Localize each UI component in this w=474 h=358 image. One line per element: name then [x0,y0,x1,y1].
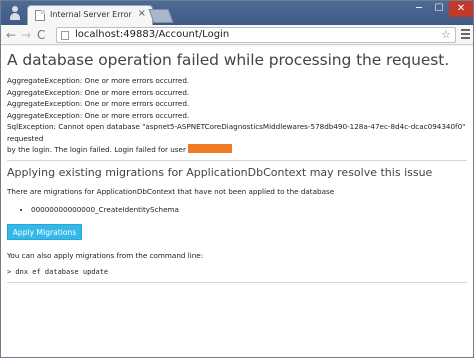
error-line: AggregateException: One or more errors o… [7,76,190,85]
sql-error-text: by the login. The login failed. Login fa… [7,145,186,154]
migration-item: 00000000000000_CreateIdentitySchema [31,205,467,214]
back-arrow-icon[interactable]: ← [6,27,16,43]
url-text[interactable]: localhost:49883/Account/Login [75,29,229,40]
error-list: AggregateException: One or more errors o… [7,75,467,156]
error-line: AggregateException: One or more errors o… [7,87,190,97]
tab-close-icon[interactable]: × [138,8,146,20]
minimize-button[interactable]: ─ [409,1,429,17]
error-line: AggregateException: One or more errors o… [7,110,190,120]
title-bar: Internal Server Error × ─ ☐ ✕ [1,1,473,25]
sql-error-line-2: by the login. The login failed. Login fa… [7,144,467,156]
maximize-button[interactable]: ☐ [429,1,449,17]
migrations-list: 00000000000000_CreateIdentitySchema [31,205,467,214]
divider [7,281,467,283]
address-bar[interactable]: localhost:49883/Account/Login ☆ [56,27,456,43]
tab-title: Internal Server Error [50,10,132,19]
tab-internal-server-error[interactable]: Internal Server Error × [27,5,153,25]
reload-icon[interactable]: C [37,27,45,43]
user-profile-icon[interactable] [8,5,22,21]
divider [7,159,467,161]
migrations-heading: Applying existing migrations for Applica… [7,165,433,179]
page-content: A database operation failed while proces… [1,46,473,357]
forward-arrow-icon[interactable]: → [21,27,31,43]
apply-migrations-button[interactable]: Apply Migrations [7,223,82,240]
page-title: A database operation failed while proces… [7,51,450,69]
migrations-text: There are migrations for ApplicationDbCo… [7,186,335,196]
error-line: AggregateException: One or more errors o… [7,99,190,108]
close-window-button[interactable]: ✕ [449,1,473,17]
browser-toolbar: ← → C localhost:49883/Account/Login ☆ [1,25,473,45]
sql-error-line: SqlException: Cannot open database "aspn… [7,122,466,143]
browser-window: Internal Server Error × ─ ☐ ✕ ← → C loca… [0,0,474,358]
bookmark-star-icon[interactable]: ☆ [441,28,451,41]
cli-text: You can also apply migrations from the c… [7,250,204,260]
redacted-username [188,144,233,153]
page-icon [61,31,69,40]
menu-icon[interactable] [461,29,470,41]
page-favicon-icon [35,10,45,21]
command-line: > dnx ef database update [7,267,109,276]
new-tab-button[interactable] [148,9,174,23]
